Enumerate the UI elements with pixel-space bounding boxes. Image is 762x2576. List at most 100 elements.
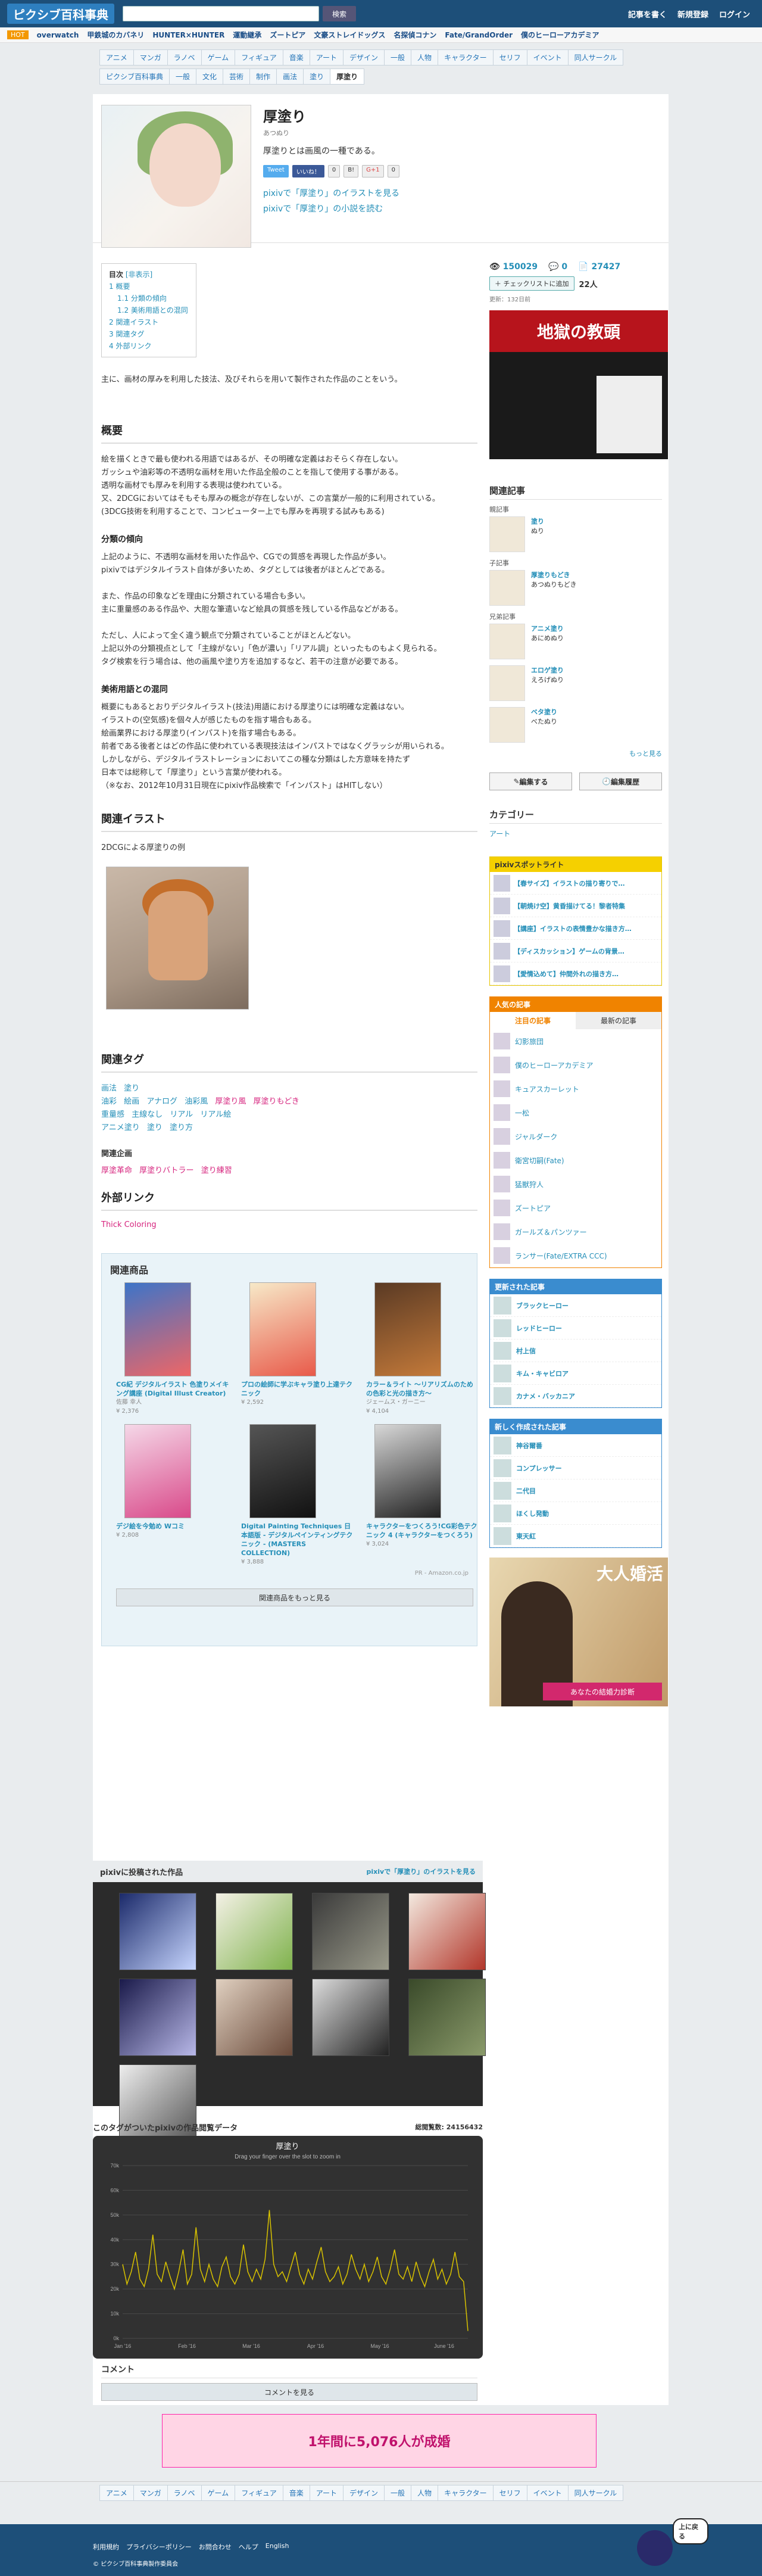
hot-link[interactable]: 文豪ストレイドッグス — [314, 30, 385, 40]
tag-link[interactable]: 厚塗りバトラー — [139, 1166, 193, 1175]
product-cover[interactable] — [249, 1282, 316, 1376]
spotlight-title[interactable]: 【ディスカッション】ゲームの背景… — [514, 946, 624, 956]
pixiv-work-thumb[interactable] — [312, 1893, 389, 1970]
popular-title[interactable]: 一松 — [515, 1108, 529, 1118]
popular-item[interactable]: 幻影旅団 — [490, 1029, 661, 1053]
spotlight-item[interactable]: 【愛情込めて】仲間外れの描き方… — [490, 963, 661, 985]
product-cover[interactable] — [374, 1424, 441, 1518]
pixiv-work-thumb[interactable] — [119, 1893, 196, 1970]
product-card[interactable]: カラー＆ライト ～リアリズムのための色彩と光の描き方～ ジェームス・ガーニー ¥… — [366, 1282, 479, 1416]
footer-link[interactable]: お問合わせ — [199, 2542, 232, 2552]
view-chart-svg[interactable]: 厚塗り Drag your finger over the slot to zo… — [93, 2136, 483, 2359]
signup-link[interactable]: 新規登録 — [677, 8, 708, 20]
popular-item[interactable]: 衛宮切嗣(Fate) — [490, 1148, 661, 1172]
breadcrumb-item[interactable]: 芸術 — [223, 68, 251, 85]
category-tab[interactable]: デザイン — [343, 2485, 385, 2501]
product-title[interactable]: Digital Painting Techniques 日本語版 - デジタルペ… — [241, 1522, 354, 1558]
related-article-title[interactable]: 厚塗りもどき — [531, 571, 570, 579]
product-cover[interactable] — [124, 1282, 191, 1376]
breadcrumb-item[interactable]: 制作 — [249, 68, 277, 85]
pixiv-work-thumb[interactable] — [408, 1893, 486, 1970]
category-tab[interactable]: アニメ — [99, 2485, 134, 2501]
spotlight-item[interactable]: 【朝焼け空】黄昏描けてる！黎者特集 — [490, 895, 661, 917]
category-tab[interactable]: ゲーム — [201, 2485, 236, 2501]
pixiv-illust-link[interactable]: pixivで「厚塗り」のイラストを見る — [263, 187, 399, 199]
article-thumbnail[interactable] — [101, 105, 251, 248]
updated-item[interactable]: カナメ・バッカニア — [490, 1385, 661, 1407]
tag-link[interactable]: 塗り方 — [170, 1123, 193, 1132]
breadcrumb-item[interactable]: 画法 — [276, 68, 304, 85]
tag-link[interactable]: 重量感 — [101, 1110, 124, 1119]
pixiv-work-thumb[interactable] — [216, 1893, 293, 1970]
toc-item[interactable]: 1.2 美術用語との混同 — [117, 306, 188, 314]
category-tab[interactable]: アニメ — [99, 49, 134, 66]
category-tab[interactable]: 人物 — [411, 49, 439, 66]
product-card[interactable]: デジ絵を今勉め Wコミ ¥ 2,808 — [116, 1424, 229, 1566]
category-tab[interactable]: 同人サークル — [567, 2485, 624, 2501]
bottom-ad[interactable]: 1年間に5,076人が成婚 — [162, 2414, 597, 2468]
product-title[interactable]: デジ絵を今勉め Wコミ — [116, 1522, 229, 1531]
new-title[interactable]: コンプレッサー — [516, 1463, 562, 1473]
spotlight-title[interactable]: 【朝焼け空】黄昏描けてる！黎者特集 — [514, 901, 625, 911]
product-cover[interactable] — [249, 1424, 316, 1518]
view-chart[interactable]: 厚塗り Drag your finger over the slot to zo… — [93, 2136, 483, 2359]
new-item[interactable]: 二代目 — [490, 1479, 661, 1502]
product-card[interactable]: プロの絵師に学ぶキャラ塗り上達テクニック ¥ 2,592 — [241, 1282, 354, 1416]
category-tab[interactable]: マンガ — [133, 2485, 168, 2501]
category-tab[interactable]: 同人サークル — [567, 49, 624, 66]
category-tab[interactable]: キャラクター — [438, 2485, 494, 2501]
product-cover[interactable] — [374, 1282, 441, 1376]
footer-link[interactable]: 利用規約 — [93, 2542, 119, 2552]
toc-item[interactable]: 1 概要 — [109, 282, 130, 291]
tag-link[interactable]: リアル — [170, 1110, 193, 1119]
category-tab[interactable]: ラノベ — [167, 49, 202, 66]
related-article[interactable]: ベタ塗り べたぬり — [489, 707, 662, 743]
view-comments-button[interactable]: コメントを見る — [101, 2383, 477, 2401]
category-tab[interactable]: キャラクター — [438, 49, 494, 66]
tag-link[interactable]: 厚塗りもどき — [254, 1097, 299, 1106]
updated-title[interactable]: カナメ・バッカニア — [516, 1391, 575, 1401]
back-to-top[interactable]: 上に戻る — [637, 2518, 708, 2572]
new-item[interactable]: 東天紅 — [490, 1525, 661, 1547]
tweet-button[interactable]: Tweet — [263, 165, 289, 177]
popular-item[interactable]: ズートピア — [490, 1196, 661, 1220]
hot-link[interactable]: 僕のヒーローアカデミア — [521, 30, 599, 40]
related-article[interactable]: エロゲ塗り えろげぬり — [489, 665, 662, 701]
checklist-button[interactable]: ＋ チェックリストに追加 — [489, 276, 574, 291]
hot-link[interactable]: Fate/GrandOrder — [445, 31, 513, 39]
new-title[interactable]: 神谷爾番 — [516, 1441, 542, 1450]
tag-link[interactable]: 油彩風 — [185, 1097, 208, 1106]
sidebar-ad-2[interactable]: 大人婚活 あなたの結婚力診断 — [489, 1558, 668, 1706]
tag-link[interactable]: アニメ塗り — [101, 1123, 140, 1132]
product-cover[interactable] — [124, 1424, 191, 1518]
footer-link[interactable]: ヘルプ — [239, 2542, 258, 2552]
category-tab[interactable]: アート — [309, 49, 344, 66]
updated-title[interactable]: ブラックヒーロー — [516, 1301, 569, 1310]
tag-link[interactable]: 塗り — [147, 1123, 163, 1132]
spotlight-title[interactable]: 【春サイズ】イラストの描り寄りで… — [514, 879, 624, 888]
spotlight-item[interactable]: 【ディスカッション】ゲームの背景… — [490, 940, 661, 963]
popular-title[interactable]: ズートピア — [515, 1203, 551, 1213]
updated-item[interactable]: レッドヒーロー — [490, 1317, 661, 1340]
category-tab[interactable]: ラノベ — [167, 2485, 202, 2501]
site-logo[interactable]: ピクシブ百科事典 — [7, 4, 114, 24]
category-tab[interactable]: セリフ — [492, 2485, 527, 2501]
category-tab[interactable]: 人物 — [411, 2485, 439, 2501]
pixiv-work-thumb[interactable] — [216, 1979, 293, 2056]
tag-link[interactable]: 絵画 — [124, 1097, 139, 1106]
category-tab[interactable]: デザイン — [343, 49, 385, 66]
product-card[interactable]: CG紀 デジタルイラスト 色塗りメイキング講座 (Digital Illust … — [116, 1282, 229, 1416]
popular-title[interactable]: ランサー(Fate/EXTRA CCC) — [515, 1251, 607, 1261]
footer-link[interactable]: プライバシーポリシー — [126, 2542, 192, 2552]
related-article-title[interactable]: エロゲ塗り — [531, 666, 564, 674]
tag-link[interactable]: リアル絵 — [200, 1110, 231, 1119]
spotlight-item[interactable]: 【春サイズ】イラストの描り寄りで… — [490, 872, 661, 895]
toc-item[interactable]: 1.1 分類の傾向 — [117, 294, 167, 303]
popular-item[interactable]: ランサー(Fate/EXTRA CCC) — [490, 1244, 661, 1267]
tag-link[interactable]: 厚塗革命 — [101, 1166, 132, 1175]
new-title[interactable]: 東天紅 — [516, 1531, 536, 1541]
category-tab[interactable]: ゲーム — [201, 49, 236, 66]
hatena-button[interactable]: B! — [343, 165, 359, 177]
write-article-link[interactable]: 記事を書く — [628, 8, 667, 20]
category-tab[interactable]: セリフ — [492, 49, 527, 66]
